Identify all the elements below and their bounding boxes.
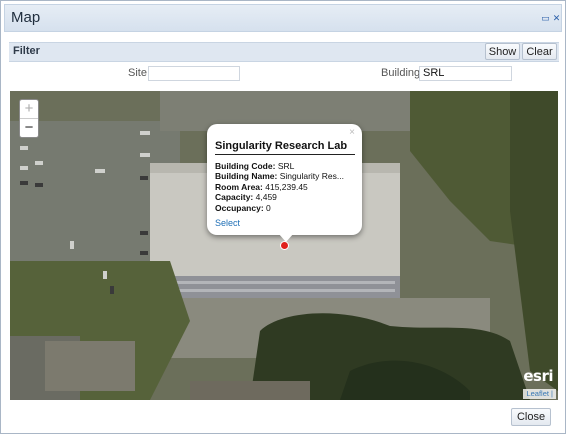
site-label: Site: [128, 67, 147, 79]
location-marker[interactable]: [280, 241, 289, 250]
popup-row: Occupancy: 0: [215, 202, 271, 213]
esri-logo: esri: [523, 367, 553, 385]
clear-button[interactable]: Clear: [522, 43, 557, 60]
popup-row: Capacity: 4,459: [215, 192, 277, 203]
building-label: Building: [381, 67, 421, 79]
popup-title: Singularity Research Lab: [215, 140, 355, 155]
popup-close-icon[interactable]: ×: [349, 127, 355, 138]
popup-select-link[interactable]: Select: [215, 218, 240, 228]
filter-label: Filter: [13, 45, 40, 57]
popup-row: Room Area: 415,239.45: [215, 181, 308, 192]
title-bar[interactable]: Map ▭ ✕: [4, 4, 562, 32]
restore-icon[interactable]: ▭: [540, 13, 551, 24]
leaflet-attribution-link[interactable]: Leaflet |: [523, 389, 556, 399]
zoom-control: + −: [19, 99, 39, 138]
popup-tip: [278, 233, 294, 242]
close-icon[interactable]: ✕: [551, 13, 562, 24]
show-button[interactable]: Show: [485, 43, 520, 60]
popup-row: Building Name: Singularity Res...: [215, 171, 344, 182]
site-input[interactable]: [148, 66, 240, 81]
map-dialog: Map ▭ ✕ Filter Show Clear Site Building: [0, 0, 566, 434]
dialog-title: Map: [11, 9, 41, 26]
popup-details: Building Code: SRL Building Name: Singul…: [215, 161, 344, 213]
zoom-in-button[interactable]: +: [20, 100, 38, 119]
building-popup: × Singularity Research Lab Building Code…: [207, 124, 362, 235]
close-button[interactable]: Close: [511, 408, 551, 426]
building-input[interactable]: [419, 66, 512, 81]
zoom-out-button[interactable]: −: [20, 119, 38, 137]
filter-bar: Filter: [9, 42, 559, 62]
satellite-map[interactable]: + − × Singularity Research Lab Building …: [10, 91, 558, 400]
popup-row: Building Code: SRL: [215, 161, 295, 171]
